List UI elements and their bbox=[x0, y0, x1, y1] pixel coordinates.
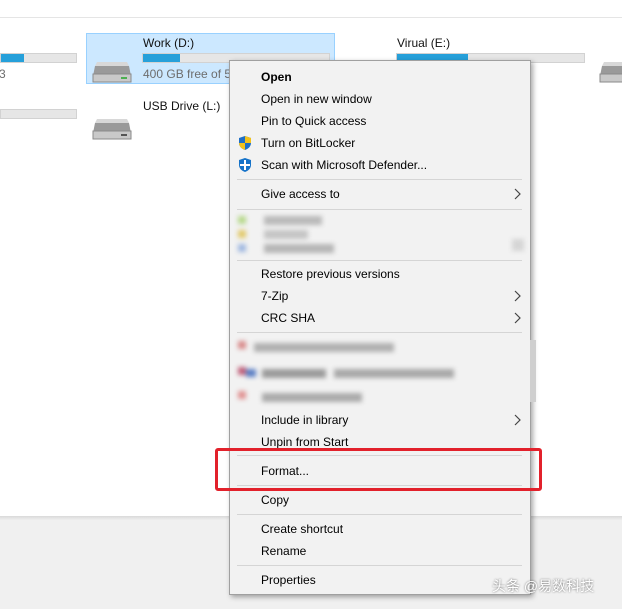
blurred-menu-items bbox=[232, 337, 528, 405]
menu-item-crc-sha[interactable]: CRC SHA bbox=[230, 307, 530, 329]
blurred-menu-items bbox=[236, 213, 526, 257]
scrollbar[interactable] bbox=[530, 340, 536, 402]
shield-icon bbox=[239, 136, 251, 150]
hard-drive-icon bbox=[92, 62, 132, 83]
menu-item-give-access[interactable]: Give access to bbox=[230, 183, 530, 205]
drive-free-text: 3 bbox=[0, 67, 6, 81]
menu-item-rename[interactable]: Rename bbox=[230, 540, 530, 562]
menu-separator bbox=[237, 260, 522, 261]
menu-item-7zip[interactable]: 7-Zip bbox=[230, 285, 530, 307]
drive-name: Virual (E:) bbox=[397, 36, 451, 50]
drive-name: USB Drive (L:) bbox=[143, 99, 221, 113]
defender-icon bbox=[239, 158, 251, 172]
menu-separator bbox=[237, 565, 522, 566]
chevron-right-icon bbox=[514, 290, 521, 302]
divider bbox=[0, 17, 622, 18]
menu-item-pin-quick-access[interactable]: Pin to Quick access bbox=[230, 110, 530, 132]
menu-separator bbox=[237, 179, 522, 180]
menu-item-defender-scan[interactable]: Scan with Microsoft Defender... bbox=[230, 154, 530, 176]
drive-usage-bar bbox=[0, 109, 77, 119]
hard-drive-icon bbox=[92, 119, 132, 140]
menu-item-bitlocker[interactable]: Turn on BitLocker bbox=[230, 132, 530, 154]
drive-usage-bar bbox=[0, 53, 77, 63]
drive-free-text: 400 GB free of 50 bbox=[143, 67, 238, 81]
menu-item-restore-versions[interactable]: Restore previous versions bbox=[230, 263, 530, 285]
format-highlight-box bbox=[215, 448, 542, 491]
context-menu: Open Open in new window Pin to Quick acc… bbox=[229, 60, 531, 595]
menu-separator bbox=[237, 514, 522, 515]
menu-separator bbox=[237, 332, 522, 333]
menu-separator bbox=[237, 209, 522, 210]
drive-name: Work (D:) bbox=[143, 36, 195, 50]
chevron-right-icon bbox=[514, 188, 521, 200]
menu-item-open-new-window[interactable]: Open in new window bbox=[230, 88, 530, 110]
menu-item-properties[interactable]: Properties bbox=[230, 569, 530, 591]
menu-item-create-shortcut[interactable]: Create shortcut bbox=[230, 518, 530, 540]
menu-item-copy[interactable]: Copy bbox=[230, 489, 530, 511]
menu-item-include-library[interactable]: Include in library bbox=[230, 409, 530, 431]
chevron-right-icon bbox=[514, 414, 521, 426]
hard-drive-icon bbox=[599, 62, 622, 83]
chevron-right-icon bbox=[514, 312, 521, 324]
menu-item-open[interactable]: Open bbox=[230, 66, 530, 88]
watermark-text: 头条 @易数科技 bbox=[492, 578, 595, 594]
